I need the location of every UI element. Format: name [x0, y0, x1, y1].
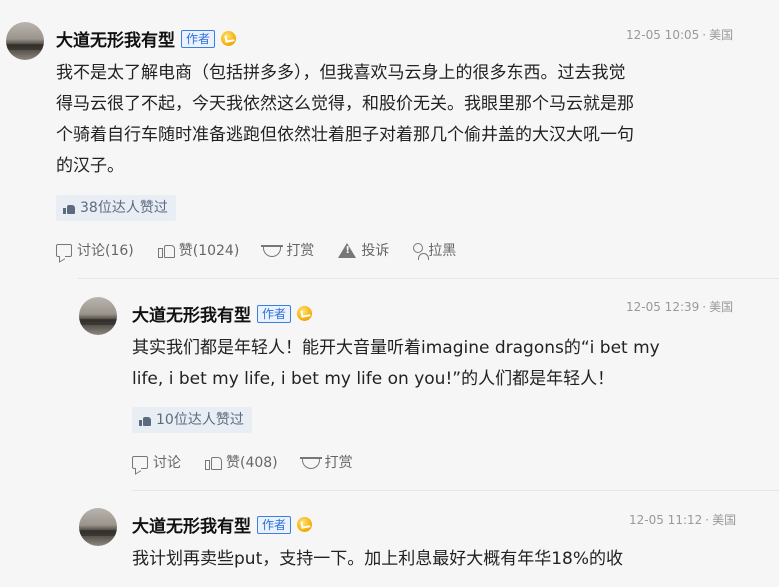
thumb-up-icon — [139, 415, 151, 426]
comment-actions: 讨论(16) 赞(1024) 打赏 投诉 拉黑 — [56, 240, 480, 260]
tip-bowl-icon — [299, 457, 322, 469]
vip-badge-icon — [297, 517, 313, 532]
username[interactable]: 大道无形我有型 — [56, 26, 175, 51]
thumb-up-icon — [157, 243, 175, 258]
report-label: 投诉 — [361, 243, 390, 259]
location: 美国 — [709, 300, 734, 314]
warning-icon — [338, 242, 357, 258]
tip-button[interactable]: 打赏 — [261, 240, 315, 260]
report-button[interactable]: 投诉 — [338, 240, 389, 260]
comment-thread: 大道无形我有型 作者 12-05 10:05 · 美国 我不是太了解电商（包括拼多多… — [0, 0, 779, 587]
block-user-icon — [413, 242, 430, 260]
comment-bubble-icon — [56, 243, 72, 257]
tip-label: 打赏 — [286, 243, 315, 259]
content-line: life, i bet my life, i bet my life on yo… — [132, 369, 615, 389]
location: 美国 — [712, 513, 737, 527]
likers-text: 10位达人赞过 — [156, 412, 244, 428]
comment-header: 大道无形我有型 作者 — [132, 301, 313, 326]
author-badge: 作者 — [257, 515, 292, 534]
divider — [132, 490, 779, 491]
content-line: 我不是太了解电商（包括拼多多），但我喜欢马云身上的很多东西。过去我觉 — [56, 63, 626, 83]
discuss-label: 讨论 — [153, 455, 181, 471]
vip-badge-icon — [221, 31, 237, 46]
comment-header: 大道无形我有型 作者 — [56, 26, 237, 51]
comment-actions: 讨论 赞(408) 打赏 — [132, 452, 377, 472]
like-button[interactable]: 赞(408) — [205, 452, 278, 472]
content-line: 得马云很了不起，今天我依然这么觉得，和股价无关。我眼里那个马云就是那 — [56, 94, 634, 114]
comment-header: 大道无形我有型 作者 — [132, 512, 313, 537]
discuss-label: 讨论(16) — [77, 243, 134, 259]
like-label: 赞(1024) — [178, 243, 240, 259]
comment-content: 我计划再卖些put，支持一下。加上利息最好大概有年华18%的收 — [132, 544, 772, 575]
likers-summary[interactable]: 10位达人赞过 — [132, 407, 252, 433]
meta-separator: · — [705, 513, 710, 527]
username[interactable]: 大道无形我有型 — [132, 512, 251, 537]
avatar[interactable] — [6, 22, 44, 60]
comment-meta: 12-05 12:39 · 美国 — [626, 298, 733, 315]
likers-summary[interactable]: 38位达人赞过 — [56, 195, 176, 221]
timestamp: 12-05 11:12 — [629, 513, 703, 527]
author-badge: 作者 — [257, 304, 292, 323]
comment-meta: 12-05 10:05 · 美国 — [626, 26, 733, 43]
author-badge: 作者 — [181, 29, 216, 48]
thumb-up-icon — [63, 203, 75, 214]
block-button[interactable]: 拉黑 — [413, 240, 456, 260]
discuss-button[interactable]: 讨论(16) — [56, 240, 134, 260]
content-line: 我计划再卖些put，支持一下。加上利息最好大概有年华18%的收 — [132, 549, 624, 569]
content-line: 个骑着自行车随时准备逃跑但依然壮着胆子对着那几个偷井盖的大汉大吼一句 — [56, 125, 634, 145]
comment-bubble-icon — [132, 455, 148, 469]
divider — [78, 278, 779, 279]
location: 美国 — [709, 28, 734, 42]
content-line: 的汉子。 — [56, 156, 124, 176]
vip-badge-icon — [297, 306, 313, 321]
timestamp: 12-05 10:05 — [626, 28, 700, 42]
block-label: 拉黑 — [428, 243, 457, 259]
meta-separator: · — [702, 300, 707, 314]
discuss-button[interactable]: 讨论 — [132, 452, 181, 472]
comment-content: 其实我们都是年轻人！能开大音量听着imagine dragons的“i bet … — [132, 333, 772, 395]
tip-button[interactable]: 打赏 — [299, 452, 353, 472]
avatar[interactable] — [79, 297, 117, 335]
tip-label: 打赏 — [324, 455, 353, 471]
timestamp: 12-05 12:39 — [626, 300, 700, 314]
like-button[interactable]: 赞(1024) — [157, 240, 240, 260]
username[interactable]: 大道无形我有型 — [132, 301, 251, 326]
comment-content: 我不是太了解电商（包括拼多多），但我喜欢马云身上的很多东西。过去我觉 得马云很了… — [56, 58, 756, 182]
tip-bowl-icon — [261, 245, 284, 257]
thumb-up-icon — [205, 455, 222, 470]
content-line: 其实我们都是年轻人！能开大音量听着imagine dragons的“i bet … — [132, 338, 660, 358]
meta-separator: · — [702, 28, 707, 42]
likers-text: 38位达人赞过 — [80, 200, 168, 216]
avatar[interactable] — [79, 508, 117, 546]
comment-meta: 12-05 11:12 · 美国 — [629, 511, 736, 528]
like-label: 赞(408) — [226, 455, 278, 471]
